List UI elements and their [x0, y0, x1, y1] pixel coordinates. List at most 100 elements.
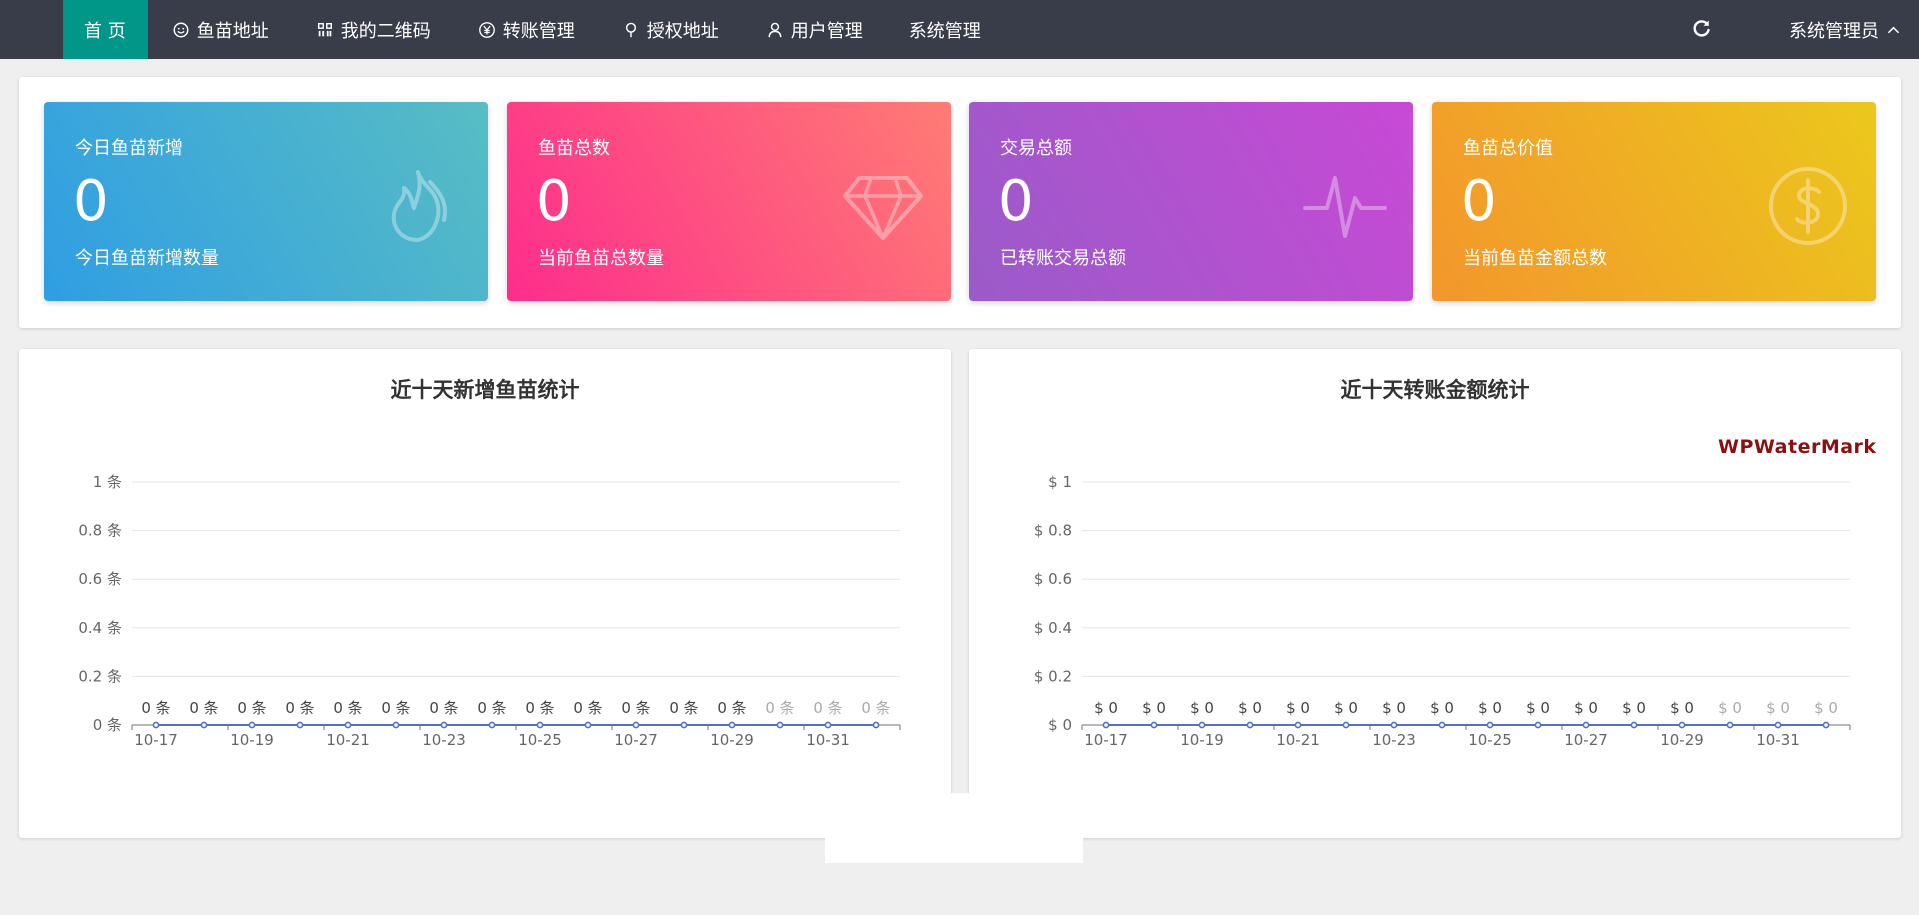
data-label: 0 条 [189, 699, 218, 717]
data-label: 0 条 [573, 699, 602, 717]
data-label: $ 0 [1142, 699, 1166, 717]
y-tick-label: $ 0 [1048, 716, 1072, 734]
data-point [1726, 721, 1734, 729]
nav-item-transfer[interactable]: 转账管理 [454, 0, 598, 59]
data-label: $ 0 [1670, 699, 1694, 717]
y-tick-label: $ 0.4 [1034, 619, 1072, 637]
stat-card-total-value: 鱼苗总价值 0 当前鱼苗金额总数 [1432, 102, 1876, 301]
data-label: 0 条 [237, 699, 266, 717]
nav-item-users[interactable]: 用户管理 [742, 0, 886, 59]
data-point [776, 721, 784, 729]
nav-item-label: 用户管理 [790, 20, 863, 42]
refresh-icon [1692, 18, 1712, 38]
nav-item-home[interactable]: 首 页 [63, 0, 148, 59]
data-point [200, 721, 208, 729]
data-point [632, 721, 640, 729]
y-tick-label: 0.8 条 [78, 522, 122, 540]
watermark-text: WPWaterMark [1718, 436, 1877, 458]
stat-card-desc: 今日鱼苗新增数量 [75, 248, 219, 269]
x-tick-label: 10-21 [1276, 731, 1320, 749]
user-menu[interactable]: 系统管理员 [1789, 0, 1900, 59]
stat-card-value: 0 [998, 169, 1034, 234]
data-label: 0 条 [285, 699, 314, 717]
data-point [392, 721, 400, 729]
x-tick-label: 10-29 [1660, 731, 1704, 749]
data-label: 0 条 [333, 699, 362, 717]
data-label: 0 条 [717, 699, 746, 717]
data-label: 0 条 [621, 699, 650, 717]
x-tick-label: 10-17 [134, 731, 178, 749]
data-point [872, 721, 880, 729]
top-nav-bar: 首 页 鱼苗地址 我的二维码 转账管理 授权地址 用户管理 系统管理 系统管理员 [0, 0, 1919, 59]
data-label: 0 条 [381, 699, 410, 717]
stat-card-value: 0 [536, 169, 572, 234]
data-label: $ 0 [1334, 699, 1358, 717]
nav-item-label: 鱼苗地址 [196, 20, 269, 42]
data-label: 0 条 [141, 699, 170, 717]
x-tick-label: 10-19 [1180, 731, 1224, 749]
nav-item-system[interactable]: 系统管理 [886, 0, 1004, 59]
stat-card-total-fish: 鱼苗总数 0 当前鱼苗总数量 [507, 102, 951, 301]
refresh-button[interactable] [1690, 14, 1714, 42]
nav-item-label: 转账管理 [502, 20, 575, 42]
data-label: 0 条 [477, 699, 506, 717]
yen-icon [477, 20, 497, 40]
smile-icon [171, 20, 191, 40]
stat-card-desc: 当前鱼苗金额总数 [1463, 248, 1607, 269]
data-label: 0 条 [525, 699, 554, 717]
qrcode-icon [315, 20, 335, 40]
x-tick-label: 10-27 [614, 731, 658, 749]
data-point [1582, 721, 1590, 729]
data-point [1198, 721, 1206, 729]
data-point [1774, 721, 1782, 729]
data-label: $ 0 [1814, 699, 1838, 717]
data-point [1822, 721, 1830, 729]
nav-item-label: 授权地址 [646, 20, 719, 42]
data-point [248, 721, 256, 729]
data-label: 0 条 [669, 699, 698, 717]
stat-card-title: 交易总额 [1000, 138, 1072, 159]
data-point [1438, 721, 1446, 729]
data-point [296, 721, 304, 729]
y-tick-label: 1 条 [93, 473, 122, 491]
data-point [1630, 721, 1638, 729]
stat-card-title: 鱼苗总数 [538, 138, 610, 159]
stats-panel: 今日鱼苗新增 0 今日鱼苗新增数量 鱼苗总数 0 当前鱼苗总数量 交易总额 0 … [19, 77, 1901, 328]
nav-item-fish-address[interactable]: 鱼苗地址 [148, 0, 292, 59]
data-label: $ 0 [1238, 699, 1262, 717]
data-label: $ 0 [1286, 699, 1310, 717]
data-point [344, 721, 352, 729]
stat-card-value: 0 [1461, 169, 1497, 234]
stat-card-trade-total: 交易总额 0 已转账交易总额 [969, 102, 1413, 301]
nav-item-label: 我的二维码 [340, 20, 431, 42]
data-point [584, 721, 592, 729]
stat-card-title: 鱼苗总价值 [1463, 138, 1553, 159]
data-label: $ 0 [1478, 699, 1502, 717]
data-point [1486, 721, 1494, 729]
data-point [152, 721, 160, 729]
data-label: 0 条 [813, 699, 842, 717]
data-point [440, 721, 448, 729]
blank-overlay [825, 793, 1083, 863]
data-label: 0 条 [429, 699, 458, 717]
x-tick-label: 10-31 [1756, 731, 1800, 749]
chart-transfer-amount: $ 0 $ 0.2 $ 0.4 $ 0.6 $ 0.8 $ 1 10-17 10-19 10-2… [1034, 473, 1851, 749]
data-point [1294, 721, 1302, 729]
y-tick-label: 0.2 条 [78, 667, 122, 685]
nav-item-qrcode[interactable]: 我的二维码 [292, 0, 454, 59]
data-point [1678, 721, 1686, 729]
x-tick-label: 10-23 [422, 731, 466, 749]
user-name: 系统管理员 [1789, 20, 1879, 42]
data-point [680, 721, 688, 729]
data-label: $ 0 [1430, 699, 1454, 717]
data-point [488, 721, 496, 729]
location-pin-icon [621, 20, 641, 40]
y-tick-label: $ 0.8 [1034, 522, 1072, 540]
data-label: $ 0 [1622, 699, 1646, 717]
chevron-up-icon [1887, 25, 1900, 35]
nav-item-auth-address[interactable]: 授权地址 [598, 0, 742, 59]
main-nav: 首 页 鱼苗地址 我的二维码 转账管理 授权地址 用户管理 系统管理 [63, 0, 1004, 59]
diamond-icon [843, 176, 923, 240]
x-tick-label: 10-29 [710, 731, 754, 749]
data-label: $ 0 [1766, 699, 1790, 717]
